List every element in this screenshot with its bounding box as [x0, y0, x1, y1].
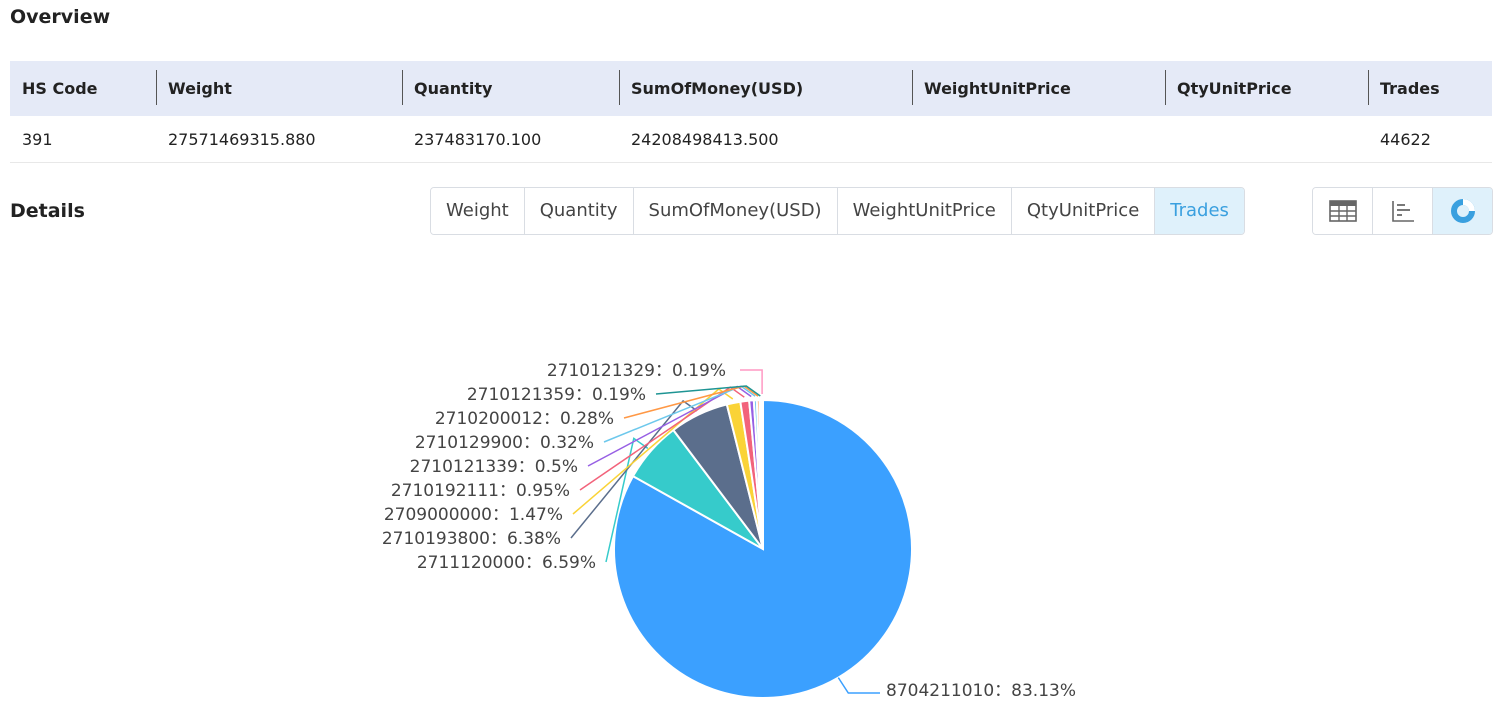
slice-label: 2710129900：0.32%: [415, 433, 594, 453]
cell-quantity: 237483170.100: [402, 116, 619, 163]
bar-view-button[interactable]: [1373, 188, 1433, 234]
column-header-weight-unit-price: WeightUnitPrice: [912, 61, 1165, 116]
pie-view-button[interactable]: [1433, 188, 1492, 234]
overview-title: Overview: [10, 6, 111, 28]
column-header-weight: Weight: [156, 61, 402, 116]
cell-trades: 44622: [1368, 116, 1492, 163]
overview-header-row: HS Code Weight Quantity SumOfMoney(USD) …: [10, 61, 1492, 116]
tab-weight-unit-price[interactable]: WeightUnitPrice: [837, 188, 1012, 234]
slice-label: 2710193800：6.38%: [382, 529, 561, 549]
details-title: Details: [10, 200, 85, 222]
tab-quantity[interactable]: Quantity: [524, 188, 634, 234]
slice-label: 2710121339：0.5%: [410, 457, 578, 477]
table-icon: [1328, 200, 1357, 222]
tab-weight[interactable]: Weight: [431, 188, 525, 234]
slice-label: 8704211010：83.13%: [886, 681, 1076, 701]
slice-label: 2709000000：1.47%: [384, 505, 563, 525]
cell-qty-unit-price: [1165, 116, 1368, 163]
cell-hs-code: 391: [10, 116, 156, 163]
slice-label: 2710192111：0.95%: [391, 481, 570, 501]
table-view-button[interactable]: [1313, 188, 1373, 234]
view-toggle: [1312, 187, 1493, 235]
column-header-qty-unit-price: QtyUnitPrice: [1165, 61, 1368, 116]
cell-weight-unit-price: [912, 116, 1165, 163]
table-row: 391 27571469315.880 237483170.100 242084…: [10, 116, 1492, 163]
bar-chart-icon: [1391, 201, 1414, 222]
tab-qty-unit-price[interactable]: QtyUnitPrice: [1011, 188, 1156, 234]
column-header-trades: Trades: [1368, 61, 1492, 116]
cell-weight: 27571469315.880: [156, 116, 402, 163]
tab-trades[interactable]: Trades: [1155, 188, 1244, 234]
column-header-sum-of-money: SumOfMoney(USD): [619, 61, 912, 116]
cell-sum-of-money: 24208498413.500: [619, 116, 912, 163]
slice-label: 2710121329：0.19%: [547, 361, 726, 381]
column-header-hs-code: HS Code: [10, 61, 156, 116]
column-header-quantity: Quantity: [402, 61, 619, 116]
leader-line: [837, 677, 880, 694]
tab-sum-of-money[interactable]: SumOfMoney(USD): [633, 188, 838, 234]
metric-tabs: Weight Quantity SumOfMoney(USD) WeightUn…: [430, 187, 1245, 235]
slice-label: 2711120000：6.59%: [417, 553, 596, 573]
pie-chart-icon: [1450, 199, 1475, 223]
slice-label: 2710121359：0.19%: [467, 385, 646, 405]
pie-chart: 8704211010：83.13% 2711120000：6.59% 2710193…: [382, 361, 1076, 701]
overview-table: HS Code Weight Quantity SumOfMoney(USD) …: [10, 61, 1492, 163]
slice-label: 2710200012：0.28%: [435, 409, 614, 429]
